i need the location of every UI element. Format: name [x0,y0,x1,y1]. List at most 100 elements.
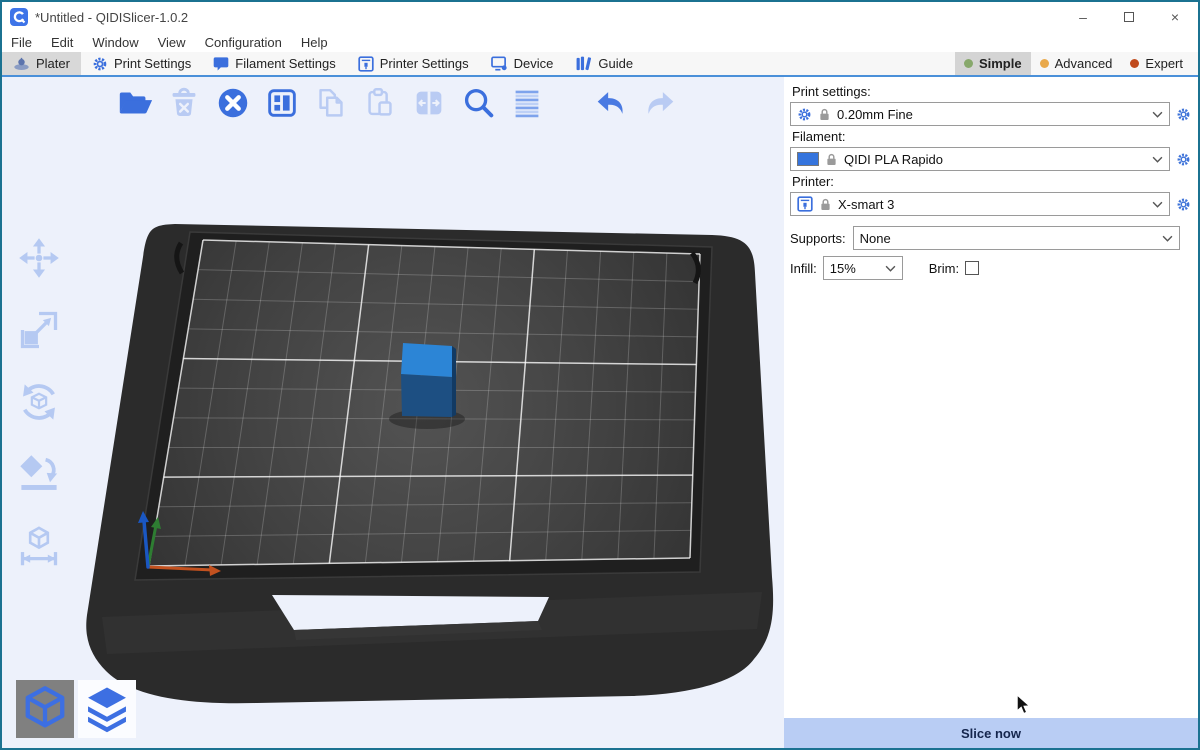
tab-guide[interactable]: Guide [564,52,644,75]
print-settings-label: Print settings: [792,84,1192,99]
edit-filament-button[interactable] [1175,152,1192,167]
split-view-button[interactable] [408,82,450,124]
filament-label: Filament: [792,129,1192,144]
tab-device[interactable]: Device [480,52,565,75]
guide-icon [575,56,592,71]
gear-icon [797,107,812,122]
open-folder-icon [116,84,154,122]
delete-all-button[interactable] [212,82,254,124]
gear-icon [1176,107,1191,122]
size-measure-icon [17,524,61,568]
arrange-button[interactable] [261,82,303,124]
printer-icon [358,56,374,72]
menu-view[interactable]: View [158,35,186,50]
plater-icon [13,57,30,71]
menu-help[interactable]: Help [301,35,328,50]
infill-label: Infill: [790,261,817,276]
redo-icon [641,84,679,122]
close-button[interactable]: × [1152,2,1198,32]
expert-dot-icon [1130,59,1139,68]
scale-button[interactable] [13,307,65,353]
print-settings-combo[interactable]: 0.20mm Fine [790,102,1170,126]
printer-icon [797,196,813,212]
tab-bar: Plater Print Settings Filament Settings … [2,52,1198,77]
rotate-icon [17,380,61,424]
title-bar: *Untitled - QIDISlicer-1.0.2 – × [2,2,1198,32]
print-bed-scene [2,77,784,748]
device-icon [491,56,508,71]
gizmo-toolbar [13,235,65,569]
edit-printer-button[interactable] [1175,197,1192,212]
lock-icon [826,153,837,166]
paste-icon [361,84,399,122]
move-button[interactable] [13,235,65,281]
open-button[interactable] [114,82,156,124]
undo-button[interactable] [590,82,632,124]
simple-dot-icon [964,59,973,68]
mode-expert[interactable]: Expert [1121,52,1192,75]
supports-combo[interactable]: None [853,226,1180,250]
chevron-down-icon [1162,235,1173,242]
menu-file[interactable]: File [11,35,32,50]
tab-filament-settings[interactable]: Filament Settings [202,52,346,75]
delete-icon [165,84,203,122]
editor-view-button[interactable] [16,680,74,738]
chevron-down-icon [1152,201,1163,208]
copy-icon [312,84,350,122]
split-view-icon [410,84,448,122]
mode-simple[interactable]: Simple [955,52,1031,75]
undo-icon [592,84,630,122]
rotate-button[interactable] [13,379,65,425]
mode-selector: Simple Advanced Expert [955,52,1198,75]
minimize-button[interactable]: – [1060,2,1106,32]
variable-layer-height-button[interactable] [506,82,548,124]
lock-icon [820,198,831,211]
copy-button[interactable] [310,82,352,124]
printer-combo[interactable]: X-smart 3 [790,192,1170,216]
brim-checkbox[interactable] [965,261,979,275]
gear-icon [1176,152,1191,167]
brim-label: Brim: [929,261,959,276]
chevron-down-icon [1152,111,1163,118]
slice-now-button[interactable]: Slice now [784,718,1198,748]
lock-icon [819,108,830,121]
scale-icon [17,308,61,352]
maximize-button[interactable] [1106,2,1152,32]
tab-plater[interactable]: Plater [2,52,81,75]
mode-advanced[interactable]: Advanced [1031,52,1122,75]
window-title: *Untitled - QIDISlicer-1.0.2 [35,10,188,25]
search-button[interactable] [457,82,499,124]
layers-stack-icon [82,683,132,735]
settings-panel: Print settings: 0.20mm Fine [784,77,1198,748]
chevron-down-icon [1152,156,1163,163]
menu-window[interactable]: Window [92,35,138,50]
gear-icon [92,56,108,72]
viewport-3d[interactable] [2,77,784,748]
infill-combo[interactable]: 15% [823,256,903,280]
filament-icon [213,56,229,71]
menu-configuration[interactable]: Configuration [205,35,282,50]
tab-print-settings[interactable]: Print Settings [81,52,202,75]
paste-button[interactable] [359,82,401,124]
view-toggle-bar [16,680,136,738]
filament-combo[interactable]: QIDI PLA Rapido [790,147,1170,171]
delete-all-icon [214,84,252,122]
menu-edit[interactable]: Edit [51,35,73,50]
place-on-face-button[interactable] [13,451,65,497]
place-on-face-icon [17,452,61,496]
move-icon [17,236,61,280]
redo-button[interactable] [639,82,681,124]
chevron-down-icon [885,265,896,272]
edit-print-settings-button[interactable] [1175,107,1192,122]
tab-printer-settings[interactable]: Printer Settings [347,52,480,75]
app-logo-icon [10,8,28,26]
preview-view-button[interactable] [78,680,136,738]
delete-button[interactable] [163,82,205,124]
app-window: *Untitled - QIDISlicer-1.0.2 – × File Ed… [0,0,1200,750]
top-toolbar [114,82,681,124]
printer-label: Printer: [792,174,1192,189]
3d-cube-icon [20,684,70,734]
supports-label: Supports: [790,231,846,246]
size-measure-button[interactable] [13,523,65,569]
menu-bar: File Edit Window View Configuration Help [2,32,1198,52]
